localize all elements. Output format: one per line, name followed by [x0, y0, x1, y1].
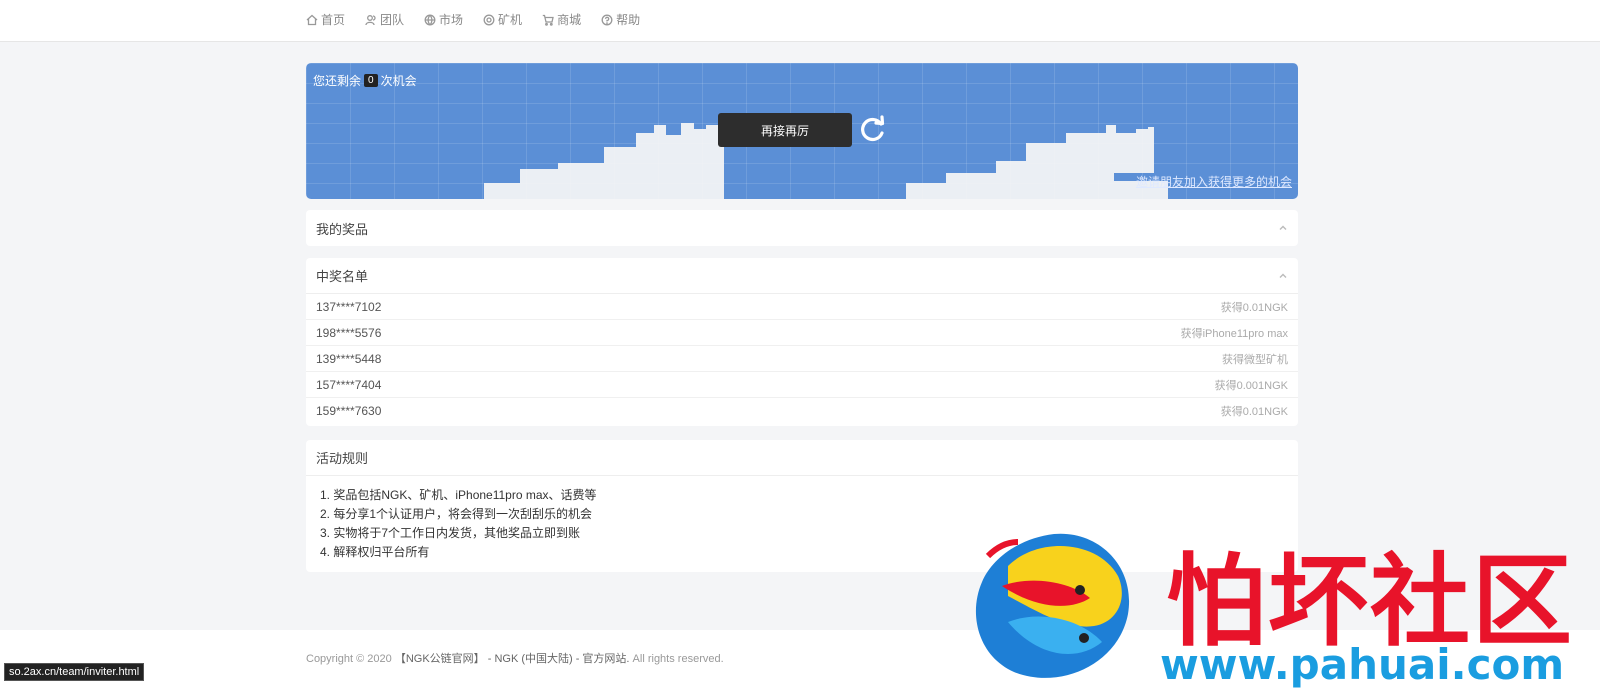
winners-panel: 中奖名单 137****7102 获得0.01NGK 198****5576 获…	[306, 258, 1298, 426]
nav-list: 首页 团队 市场 矿机 商城 帮助	[306, 11, 640, 28]
help-icon	[601, 14, 613, 25]
scratch-card[interactable]: 您还剩余 0 次机会 再接再厉 邀请朋友加入获得更多的机会	[306, 63, 1298, 199]
panel-title: 活动规则	[316, 451, 369, 466]
copyright-prefix: Copyright © 2020	[306, 653, 395, 665]
rule-item: 1. 奖品包括NGK、矿机、iPhone11pro max、话费等	[320, 488, 597, 502]
globe-icon	[424, 14, 436, 25]
browser-status-url: so.2ax.cn/team/inviter.html	[4, 663, 145, 681]
nav-label: 首页	[321, 13, 346, 27]
copyright-suffix: All rights reserved.	[629, 653, 724, 665]
chevron-up-icon[interactable]	[1278, 223, 1288, 233]
winner-prize: 获得iPhone11pro max	[1180, 327, 1288, 340]
cart-icon	[542, 14, 554, 26]
winner-phone: 157****7404	[316, 377, 382, 392]
nav-item-market[interactable]: 市场	[424, 11, 463, 28]
winner-row: 159****7630 获得0.01NGK	[306, 398, 1298, 422]
winner-prize: 获得0.01NGK	[1220, 301, 1288, 314]
winner-prize: 获得0.001NGK	[1214, 379, 1288, 392]
winners-header[interactable]: 中奖名单	[306, 258, 1298, 294]
watermark-url: www.pahuai.com	[1160, 640, 1565, 689]
fish-logo	[975, 533, 1130, 678]
winner-phone: 139****5448	[316, 351, 382, 366]
my-prizes-panel: 我的奖品	[306, 210, 1298, 246]
nav-label: 帮助	[616, 13, 641, 27]
chance-prefix: 您还剩余	[313, 74, 362, 88]
top-navigation: 首页 团队 市场 矿机 商城 帮助	[0, 0, 1600, 42]
refresh-icon[interactable]	[859, 115, 887, 143]
nav-label: 矿机	[498, 13, 523, 27]
nav-item-home[interactable]: 首页	[306, 11, 345, 28]
winner-row: 157****7404 获得0.001NGK	[306, 372, 1298, 398]
chance-suffix: 次机会	[380, 74, 417, 88]
winner-row: 137****7102 获得0.01NGK	[306, 294, 1298, 320]
nav-label: 商城	[557, 13, 582, 27]
remaining-chances: 您还剩余 0 次机会	[313, 72, 417, 89]
winner-prize: 获得微型矿机	[1222, 353, 1288, 366]
rule-item: 2. 每分享1个认证用户，将会得到一次刮刮乐的机会	[320, 507, 593, 521]
winner-phone: 198****5576	[316, 325, 382, 340]
winner-row: 198****5576 获得iPhone11pro max	[306, 320, 1298, 346]
rules-panel: 活动规则 1. 奖品包括NGK、矿机、iPhone11pro max、话费等 2…	[306, 440, 1298, 572]
nav-item-help[interactable]: 帮助	[601, 11, 640, 28]
winners-list[interactable]: 137****7102 获得0.01NGK 198****5576 获得iPho…	[306, 294, 1298, 422]
nav-label: 市场	[439, 13, 464, 27]
team-icon	[365, 14, 376, 25]
miner-icon	[483, 14, 495, 25]
winner-prize: 获得0.01NGK	[1220, 405, 1288, 418]
rules-list: 1. 奖品包括NGK、矿机、iPhone11pro max、话费等 2. 每分享…	[306, 476, 1298, 572]
chevron-up-icon[interactable]	[1278, 271, 1288, 281]
panel-title: 我的奖品	[316, 221, 369, 237]
nav-item-shop[interactable]: 商城	[542, 11, 581, 28]
rules-header: 活动规则	[306, 440, 1298, 476]
nav-item-team[interactable]: 团队	[365, 11, 404, 28]
chance-count-badge: 0	[364, 74, 378, 87]
winner-phone: 159****7630	[316, 403, 382, 418]
copyright: Copyright © 2020 【NGK公链官网】 - NGK (中国大陆) …	[306, 650, 724, 666]
winner-phone: 137****7102	[316, 299, 382, 314]
invite-friends-link[interactable]: 邀请朋友加入获得更多的机会	[1136, 173, 1292, 190]
panel-title: 中奖名单	[316, 269, 369, 284]
nav-item-miner[interactable]: 矿机	[483, 11, 522, 28]
my-prizes-header[interactable]: 我的奖品	[306, 210, 1298, 246]
nav-label: 团队	[380, 13, 405, 27]
winner-row: 139****5448 获得微型矿机	[306, 346, 1298, 372]
site-link[interactable]: 【NGK公链官网】 - NGK (中国大陆) - 官方网站.	[395, 653, 630, 665]
try-again-button[interactable]: 再接再厉	[718, 113, 852, 147]
home-icon	[306, 14, 318, 25]
